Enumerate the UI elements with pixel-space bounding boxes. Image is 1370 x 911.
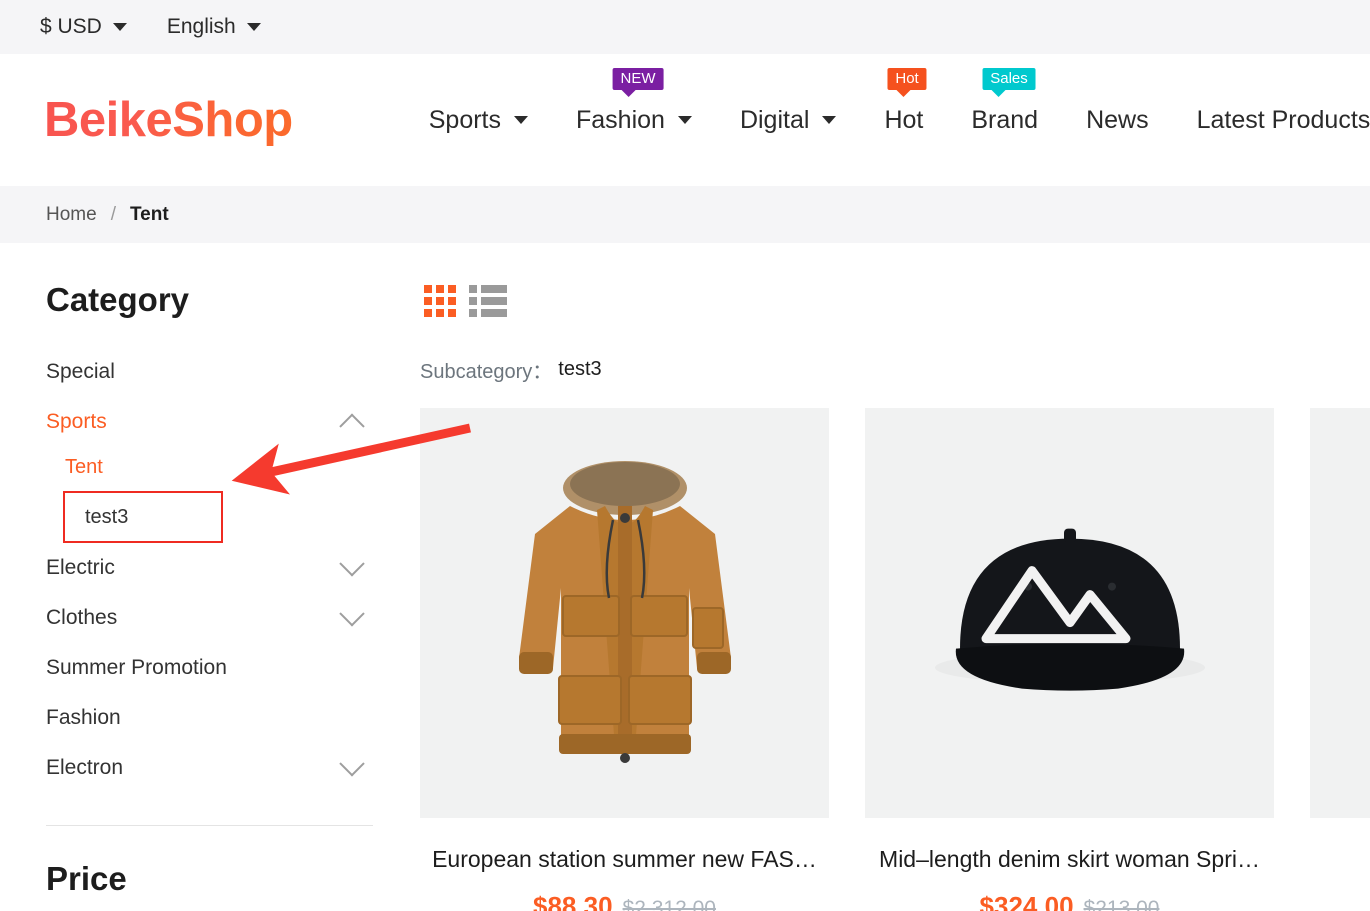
nav-badge-label: Sales xyxy=(990,69,1028,87)
subcategory-value[interactable]: test3 xyxy=(558,358,601,381)
chevron-down-icon xyxy=(677,116,692,124)
product-card[interactable]: European station summer new FAS… $88.30 $2… xyxy=(420,408,829,911)
product-price-original: $213.00 xyxy=(1083,897,1160,911)
sidebar-subitem-label: Tent xyxy=(65,455,103,478)
product-grid: European station summer new FAS… $88.30 $2… xyxy=(420,408,1370,911)
product-price-row: $324.00 $213.00 xyxy=(865,891,1274,911)
product-image[interactable] xyxy=(865,408,1274,818)
sidebar-item-label: Summer Promotion xyxy=(46,656,227,679)
sidebar-item-sports[interactable]: Sports xyxy=(46,397,373,447)
product-image[interactable] xyxy=(420,408,829,818)
product-title[interactable]: European station summer new FAS… xyxy=(420,846,829,873)
product-price-current: $88.30 xyxy=(533,891,613,911)
product-image[interactable] xyxy=(1310,408,1370,818)
product-price-current: $324.00 xyxy=(979,891,1074,911)
product-price-row: $88.30 $2,312.00 xyxy=(420,891,829,911)
list-view-icon[interactable] xyxy=(469,285,507,317)
subcategory-label: Subcategory： xyxy=(420,361,553,383)
nav-item-label: Fashion xyxy=(576,105,665,134)
top-utility-bar: $ USD English xyxy=(0,0,1370,54)
sidebar-item-electron[interactable]: Electron xyxy=(46,743,373,793)
nav-item-label: Hot xyxy=(884,105,924,134)
breadcrumb-home[interactable]: Home xyxy=(46,204,97,226)
language-label: English xyxy=(166,15,236,38)
breadcrumb-separator: / xyxy=(110,203,116,225)
listing-toolbar: Showing 1– of 17 products 2 xyxy=(420,279,1370,323)
product-title[interactable]: Mid–length denim skirt woman Spri… xyxy=(865,846,1274,873)
chevron-down-icon xyxy=(112,23,127,31)
nav-item-hot[interactable]: Hot Hot xyxy=(860,67,947,135)
sidebar-subitem-test3[interactable]: test3 xyxy=(63,491,223,543)
product-price-row xyxy=(1310,891,1370,911)
sidebar-divider xyxy=(46,825,373,826)
sidebar-subitem-test3-label: test3 xyxy=(85,505,129,528)
chevron-down-icon[interactable] xyxy=(339,551,365,577)
chevron-up-icon[interactable] xyxy=(339,413,365,439)
product-card[interactable]: Mid–length denim skirt woman Spri… $324.0… xyxy=(865,408,1274,911)
sidebar-item-label: Electron xyxy=(46,756,124,779)
chevron-down-icon[interactable] xyxy=(339,601,365,627)
page-root: $ USD English BeikeShop Sports NEW Fashion… xyxy=(0,0,1370,911)
subcategory-filter: Subcategory： test3 xyxy=(420,355,1370,384)
nav-item-label: Sports xyxy=(428,105,501,134)
chevron-down-icon xyxy=(246,23,261,31)
nav-item-news[interactable]: News xyxy=(1062,106,1173,135)
nav-item-fashion[interactable]: NEW Fashion xyxy=(552,67,716,135)
price-heading: Price xyxy=(46,860,127,897)
sidebar-subitem-tent[interactable]: Tent xyxy=(46,447,420,487)
sidebar-item-fashion[interactable]: Fashion xyxy=(46,693,373,743)
grid-view-icon[interactable] xyxy=(424,285,456,317)
breadcrumb-current: Tent xyxy=(129,203,169,225)
site-logo[interactable]: BeikeShop xyxy=(44,92,293,148)
sidebar-item-label: Fashion xyxy=(46,706,121,729)
nav-badge-label: Hot xyxy=(895,69,919,87)
main-navigation: Sports NEW Fashion Digital Hot Hot Sales Brand N… xyxy=(405,67,1370,135)
currency-label: $ USD xyxy=(40,15,102,38)
nav-item-label: Digital xyxy=(739,105,810,134)
nav-badge-label: NEW xyxy=(620,69,656,87)
product-price-original: $2,312.00 xyxy=(622,897,716,911)
sidebar-item-label: Clothes xyxy=(46,606,118,629)
nav-badge-new: NEW xyxy=(612,67,664,97)
sidebar-item-label: Electric xyxy=(46,556,115,579)
nav-badge-hot: Hot xyxy=(887,67,927,97)
nav-item-label: Latest Products xyxy=(1196,105,1370,134)
nav-item-label: Brand xyxy=(971,105,1039,134)
product-card[interactable]: Back xyxy=(1310,408,1370,911)
nav-item-sports[interactable]: Sports xyxy=(405,106,552,135)
nav-item-digital[interactable]: Digital xyxy=(716,106,860,135)
sidebar-item-special[interactable]: Special xyxy=(46,347,373,397)
nav-item-label: News xyxy=(1086,105,1149,134)
content-area: Category Special Sports Tent test3 Electric C… xyxy=(0,243,1370,911)
sidebar-item-label: Special xyxy=(46,360,115,383)
category-heading: Category xyxy=(46,281,190,318)
breadcrumb: Home / Tent xyxy=(0,186,1370,243)
chevron-down-icon xyxy=(822,116,837,124)
language-selector[interactable]: English xyxy=(167,15,261,39)
chevron-down-icon[interactable] xyxy=(339,751,365,777)
nav-item-brand[interactable]: Sales Brand xyxy=(947,67,1062,135)
nav-badge-sales: Sales xyxy=(982,67,1036,97)
sidebar-item-clothes[interactable]: Clothes xyxy=(46,593,373,643)
product-title[interactable]: Back xyxy=(1310,846,1370,873)
product-listing: Showing 1– of 17 products 2 Subcategory：… xyxy=(420,243,1370,911)
view-mode-switch xyxy=(424,285,507,317)
site-header: BeikeShop Sports NEW Fashion Digital Hot Hot S… xyxy=(0,54,1370,186)
currency-selector[interactable]: $ USD xyxy=(40,15,127,39)
sidebar-item-label: Sports xyxy=(46,410,107,433)
category-list: Special Sports Tent test3 Electric Clothes Sum… xyxy=(46,347,420,793)
sidebar: Category Special Sports Tent test3 Electric C… xyxy=(0,243,420,911)
sidebar-item-electric[interactable]: Electric xyxy=(46,543,373,593)
sidebar-item-summer-promotion[interactable]: Summer Promotion xyxy=(46,643,373,693)
nav-item-latest-products[interactable]: Latest Products xyxy=(1173,106,1370,135)
chevron-down-icon xyxy=(514,116,528,124)
